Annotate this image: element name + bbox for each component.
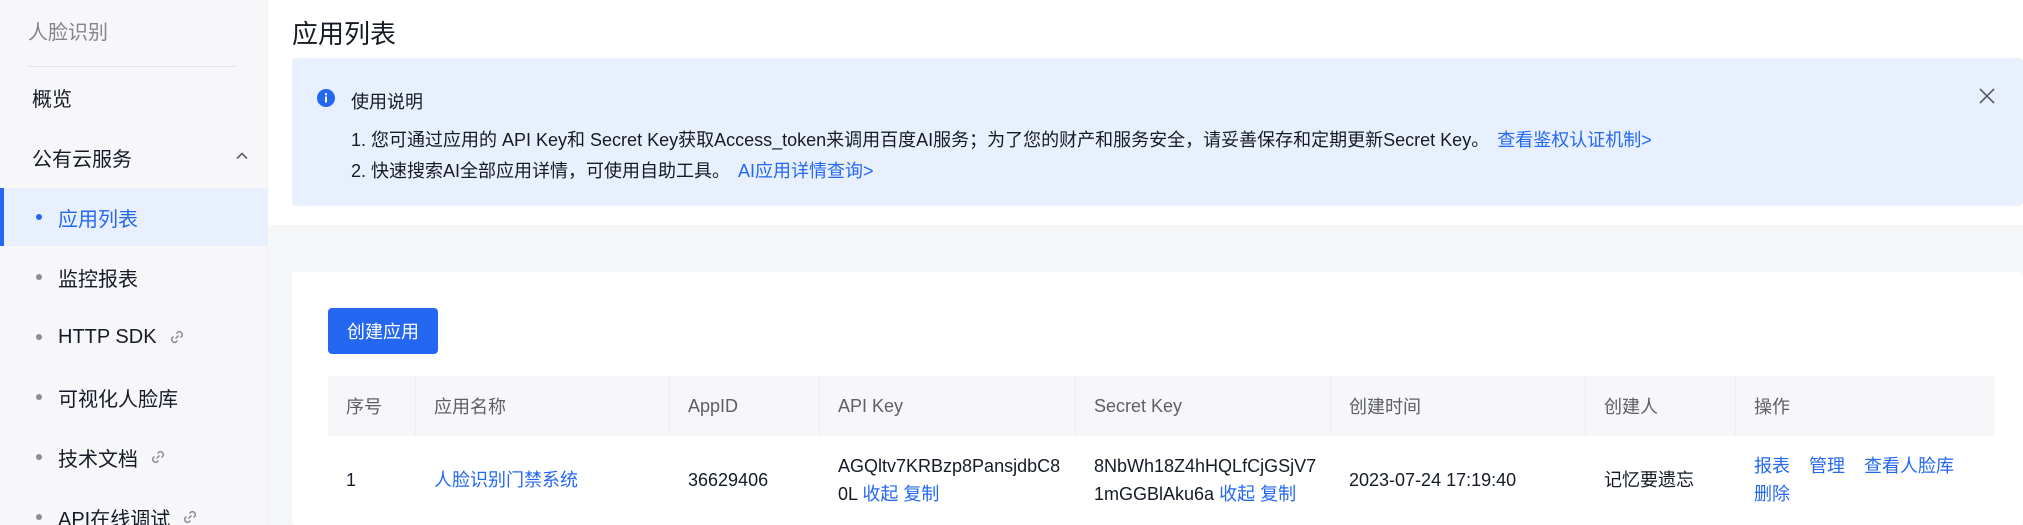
column-header-name: 应用名称: [416, 376, 670, 436]
cell-appid: 36629406: [688, 470, 769, 490]
table-row: 1 人脸识别门禁系统 36629406 AGQltv7KRBzp8Pansjdb…: [328, 436, 1995, 524]
notice-line-2-text: 2. 快速搜索AI全部应用详情，可使用自助工具。: [351, 161, 731, 181]
manage-link[interactable]: 管理: [1809, 456, 1845, 476]
api-key-copy-link[interactable]: 复制: [903, 484, 939, 504]
notice-title: 使用说明: [351, 92, 423, 112]
column-header-index: 序号: [328, 376, 416, 436]
external-link-icon: [184, 510, 197, 524]
table-header: 序号 应用名称 AppID API Key Secret Key 创建时间 创建…: [328, 376, 1995, 436]
secret-key-copy-link[interactable]: 复制: [1260, 484, 1296, 504]
app-list-card: 创建应用 序号 应用名称 AppID API Key Secret Key 创建…: [292, 272, 2023, 525]
bullet-dot-icon: [36, 274, 42, 280]
api-key-collapse-link[interactable]: 收起: [862, 484, 898, 504]
notice-line-2: 2. 快速搜索AI全部应用详情，可使用自助工具。 AI应用详情查询>: [351, 157, 874, 183]
sidebar-item-label: 应用列表: [58, 208, 138, 231]
auth-mechanism-link[interactable]: 查看鉴权认证机制>: [1497, 130, 1652, 150]
cell-actions: 报表 管理 查看人脸库 删除: [1736, 436, 1995, 524]
bullet-dot-icon: [36, 514, 42, 520]
header-panel: 应用列表 使用说明 1. 您可通过应用的 API Key和 Secret Key…: [268, 0, 2023, 225]
ai-app-query-link[interactable]: AI应用详情查询>: [738, 161, 874, 181]
sidebar-item-monitor-report[interactable]: 监控报表: [0, 248, 268, 306]
sidebar-group-public-cloud[interactable]: 公有云服务: [0, 128, 268, 186]
api-key-text-line1: AGQltv7KRBzp8PansjdbC8: [838, 456, 1061, 476]
sidebar-item-label: 可视化人脸库: [58, 388, 178, 411]
sidebar-item-app-list[interactable]: 应用列表: [0, 188, 268, 246]
cell-api-key: AGQltv7KRBzp8PansjdbC8 0L 收起 复制: [820, 436, 1076, 524]
info-icon: [317, 89, 335, 107]
column-header-creator: 创建人: [1586, 376, 1736, 436]
bullet-dot-icon: [36, 214, 42, 220]
view-face-library-link[interactable]: 查看人脸库: [1864, 456, 1954, 476]
cell-secret-key: 8NbWh18Z4hHQLfCjGSjV7 1mGGBlAku6a 收起 复制: [1076, 436, 1331, 524]
app-layout: 人脸识别 概览 公有云服务 应用列表 监控报表 HTTP SDK 可视化人脸库 …: [0, 0, 2023, 525]
sidebar-group-label: 公有云服务: [32, 148, 132, 171]
sidebar-item-tech-docs[interactable]: 技术文档: [0, 428, 268, 486]
sidebar-item-overview[interactable]: 概览: [0, 68, 268, 126]
sidebar-title: 人脸识别: [28, 22, 108, 44]
sidebar-item-label: API在线调试: [58, 508, 171, 525]
sidebar-item-face-library[interactable]: 可视化人脸库: [0, 368, 268, 426]
column-header-appid: AppID: [670, 376, 820, 436]
bullet-dot-icon: [36, 394, 42, 400]
sidebar-item-api-debug[interactable]: API在线调试: [0, 488, 268, 525]
app-table: 序号 应用名称 AppID API Key Secret Key 创建时间 创建…: [328, 376, 1995, 524]
report-link[interactable]: 报表: [1754, 456, 1790, 476]
page-title: 应用列表: [292, 19, 397, 49]
cell-index: 1: [346, 470, 357, 490]
usage-notice: 使用说明 1. 您可通过应用的 API Key和 Secret Key获取Acc…: [292, 58, 2023, 206]
cell-app-name: 人脸识别门禁系统: [416, 436, 670, 524]
sidebar-item-label: HTTP SDK: [58, 325, 157, 348]
sidebar: 人脸识别 概览 公有云服务 应用列表 监控报表 HTTP SDK 可视化人脸库 …: [0, 0, 268, 525]
column-header-secret-key: Secret Key: [1076, 376, 1331, 436]
cell-created-at: 2023-07-24 17:19:40: [1349, 470, 1517, 490]
external-link-icon: [170, 330, 183, 344]
app-name-link[interactable]: 人脸识别门禁系统: [434, 466, 578, 494]
column-header-actions: 操作: [1754, 397, 1790, 417]
secret-key-text-line1: 8NbWh18Z4hHQLfCjGSjV7: [1094, 456, 1317, 476]
external-link-icon: [151, 450, 165, 464]
notice-line-1: 1. 您可通过应用的 API Key和 Secret Key获取Access_t…: [351, 126, 1652, 152]
sidebar-item-http-sdk[interactable]: HTTP SDK: [0, 308, 268, 366]
create-app-button[interactable]: 创建应用: [328, 308, 438, 354]
sidebar-item-label: 技术文档: [58, 448, 138, 471]
chevron-up-icon: [236, 152, 248, 160]
notice-line-1-text: 1. 您可通过应用的 API Key和 Secret Key获取Access_t…: [351, 130, 1490, 150]
column-header-created-at: 创建时间: [1331, 376, 1586, 436]
sidebar-item-label: 概览: [32, 88, 72, 111]
api-key-text-line2: 0L: [838, 484, 858, 504]
secret-key-text-line2: 1mGGBlAku6a: [1094, 484, 1215, 504]
sidebar-item-label: 监控报表: [58, 268, 138, 291]
bullet-dot-icon: [36, 454, 42, 460]
close-icon[interactable]: [1975, 84, 1999, 108]
delete-link[interactable]: 删除: [1754, 484, 1790, 504]
main-content: 应用列表 使用说明 1. 您可通过应用的 API Key和 Secret Key…: [268, 0, 2023, 525]
cell-creator: 记忆要遗忘: [1604, 470, 1694, 490]
sidebar-divider: [28, 66, 237, 67]
column-header-api-key: API Key: [820, 376, 1076, 436]
bullet-dot-icon: [36, 334, 42, 340]
secret-key-collapse-link[interactable]: 收起: [1219, 484, 1255, 504]
